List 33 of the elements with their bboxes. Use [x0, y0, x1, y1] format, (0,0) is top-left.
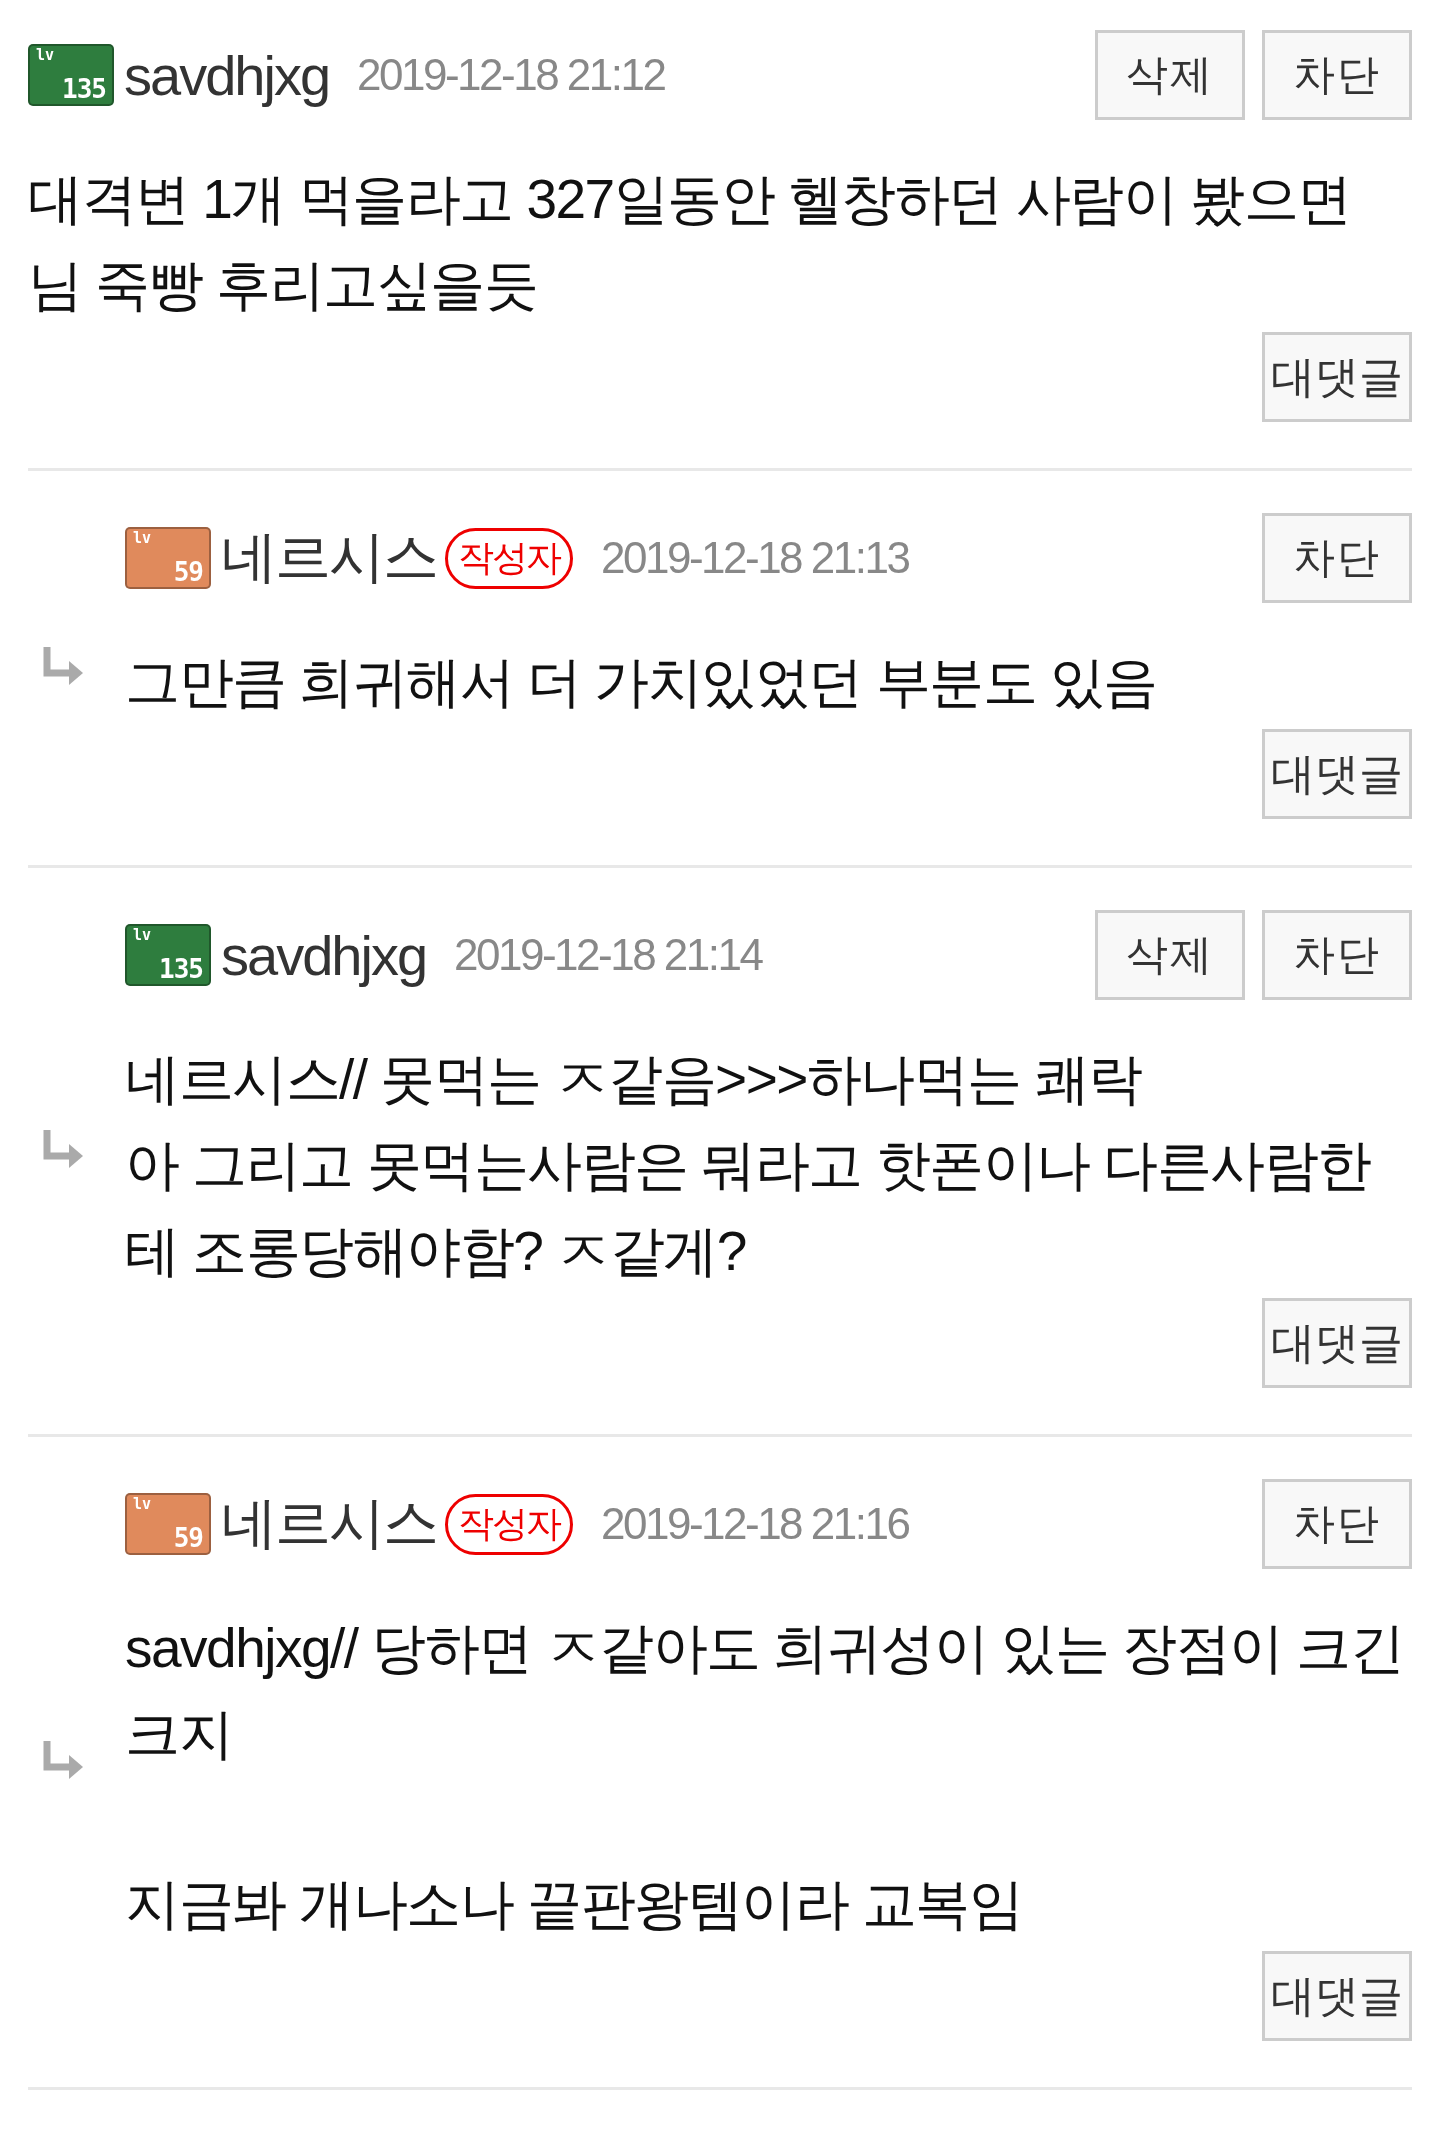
- author-tag: 작성자: [445, 527, 573, 589]
- level-badge: lv 59: [125, 1493, 211, 1555]
- action-button[interactable]: 차단: [1262, 1479, 1412, 1569]
- author-name: 네르시스: [221, 524, 437, 590]
- reply-button[interactable]: 대댓글: [1262, 1951, 1412, 2041]
- reply-arrow-icon: [41, 645, 85, 687]
- comment-text: 지금봐 개나소나 끝판왕템이라 교복임: [125, 1872, 1024, 1937]
- comment-date: 2019-12-18 21:14: [454, 930, 763, 980]
- comment-text: 아 그리고 못먹는사람은 뭐라고 핫폰이나 다른사람한테 조롱당해야함? ㅈ같게?: [125, 1133, 1372, 1284]
- comment-date: 2019-12-18 21:12: [357, 50, 666, 100]
- author-name: savdhjxg: [221, 922, 427, 988]
- comment-date: 2019-12-18 21:16: [601, 1499, 910, 1549]
- reply-arrow-icon: [41, 1128, 85, 1170]
- author-name: savdhjxg: [124, 42, 330, 108]
- comment-text: 네르시스// 못먹는 ㅈ같음>>>하나먹는 쾌락: [125, 1047, 1143, 1112]
- comment-text: savdhjxg// 당하면 ㅈ같아도 희귀성이 있는 장점이 크긴크지: [125, 1616, 1405, 1767]
- level-badge: lv 59: [125, 527, 211, 589]
- action-button[interactable]: 삭제: [1095, 30, 1245, 120]
- author-name: 네르시스: [221, 1490, 437, 1556]
- comment-date: 2019-12-18 21:13: [601, 533, 910, 583]
- action-button[interactable]: 차단: [1262, 513, 1412, 603]
- level-badge: lv 135: [125, 924, 211, 986]
- comment-text: 대격변 1개 먹을라고 327일동안 헬창하던 사람이 봤으면 님 죽빵 후리고싶을듯: [28, 167, 1352, 318]
- author-tag: 작성자: [445, 1493, 573, 1555]
- action-button[interactable]: 차단: [1262, 30, 1412, 120]
- reply-button[interactable]: 대댓글: [1262, 1298, 1412, 1388]
- action-button[interactable]: 삭제: [1095, 910, 1245, 1000]
- action-button[interactable]: 차단: [1262, 910, 1412, 1000]
- reply-arrow-icon: [41, 1739, 85, 1781]
- reply-button[interactable]: 대댓글: [1262, 332, 1412, 422]
- comment-text: 그만큼 희귀해서 더 가치있었던 부분도 있음: [125, 650, 1158, 715]
- reply-button[interactable]: 대댓글: [1262, 729, 1412, 819]
- level-badge: lv 135: [28, 44, 114, 106]
